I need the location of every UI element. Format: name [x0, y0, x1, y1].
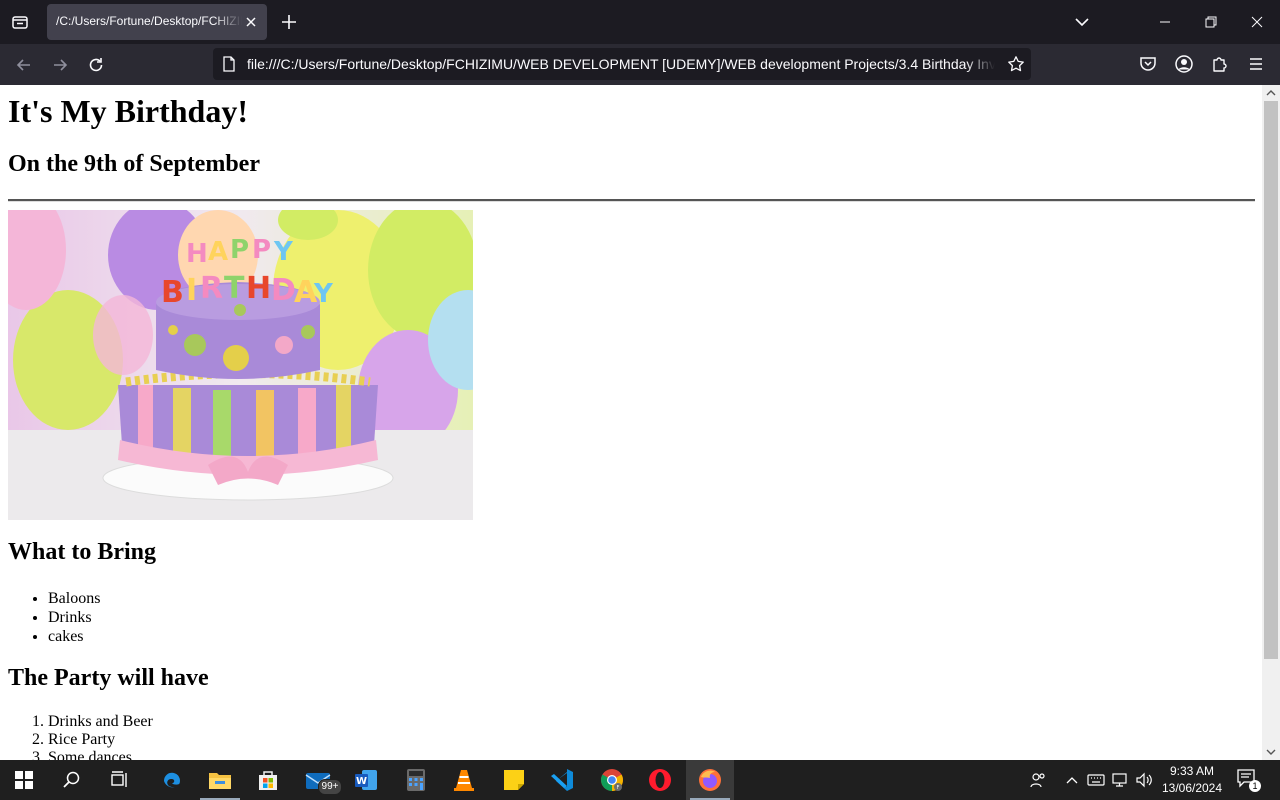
- svg-text:P: P: [252, 235, 271, 265]
- svg-text:I: I: [186, 273, 197, 308]
- svg-text:A: A: [208, 237, 228, 267]
- minimize-icon[interactable]: [1142, 0, 1188, 44]
- taskbar: 99+ W F 9:33 AM 13/06/2024 1: [0, 760, 1280, 800]
- party-list: Drinks and Beer Rice Party Some dances: [8, 713, 153, 760]
- horizontal-rule: [8, 199, 1255, 202]
- opera-icon[interactable]: [636, 760, 684, 800]
- list-item: cakes: [48, 627, 100, 646]
- svg-text:P: P: [230, 235, 249, 265]
- page-viewport: It's My Birthday! On the 9th of Septembe…: [0, 85, 1262, 760]
- mail-badge: 99+: [318, 779, 342, 795]
- clock-time: 9:33 AM: [1169, 764, 1215, 778]
- store-icon[interactable]: [244, 760, 292, 800]
- network-icon[interactable]: [1110, 770, 1130, 790]
- keyboard-language-icon[interactable]: [1086, 770, 1106, 790]
- list-item: Baloons: [48, 589, 100, 608]
- reload-icon[interactable]: [83, 52, 109, 78]
- close-icon[interactable]: [244, 15, 258, 29]
- scroll-up-arrow-icon[interactable]: [1262, 85, 1280, 101]
- svg-text:T: T: [224, 271, 245, 306]
- chevron-down-icon[interactable]: [1072, 12, 1092, 32]
- svg-text:R: R: [200, 271, 223, 306]
- bring-list: Baloons Drinks cakes: [8, 589, 100, 646]
- url-bar[interactable]: file:///C:/Users/Fortune/Desktop/FCHIZIM…: [213, 48, 1031, 80]
- clock-date: 13/06/2024: [1161, 781, 1223, 795]
- menu-icon[interactable]: [1246, 54, 1266, 74]
- vscode-icon[interactable]: [538, 760, 586, 800]
- taskbar-clock[interactable]: 9:33 AM 13/06/2024: [1158, 763, 1226, 797]
- scrollbar-thumb[interactable]: [1264, 101, 1278, 659]
- word-icon[interactable]: W: [342, 760, 390, 800]
- account-icon[interactable]: [1174, 54, 1194, 74]
- plus-icon[interactable]: [278, 11, 300, 33]
- vertical-scrollbar[interactable]: [1262, 85, 1280, 760]
- scroll-down-arrow-icon[interactable]: [1262, 744, 1280, 760]
- tab-strip: /C:/Users/Fortune/Desktop/FCHIZIMU/WEB D…: [0, 0, 1280, 44]
- edge-icon[interactable]: [148, 760, 196, 800]
- tab-list-icon[interactable]: [6, 8, 34, 36]
- people-icon[interactable]: [1028, 770, 1048, 790]
- svg-text:F: F: [617, 785, 620, 791]
- forward-icon[interactable]: [47, 52, 73, 78]
- chevron-up-icon[interactable]: [1062, 770, 1082, 790]
- vlc-icon[interactable]: [440, 760, 488, 800]
- date-heading: On the 9th of September: [8, 151, 260, 177]
- pocket-icon[interactable]: [1138, 54, 1158, 74]
- chrome-icon[interactable]: F: [588, 760, 636, 800]
- svg-text:Y: Y: [273, 237, 294, 267]
- sticky-notes-icon[interactable]: [490, 760, 538, 800]
- restore-icon[interactable]: [1188, 0, 1234, 44]
- birthday-cake-image: H A P P Y B I R T H D A Y: [8, 210, 473, 520]
- bring-heading: What to Bring: [8, 539, 157, 565]
- volume-icon[interactable]: [1134, 770, 1154, 790]
- active-tab[interactable]: /C:/Users/Fortune/Desktop/FCHIZIMU/WEB D…: [47, 4, 267, 40]
- extensions-icon[interactable]: [1210, 54, 1230, 74]
- tab-title: /C:/Users/Fortune/Desktop/FCHIZIMU/WEB D…: [56, 14, 242, 28]
- svg-text:H: H: [246, 271, 271, 306]
- mail-icon[interactable]: 99+: [294, 760, 342, 800]
- page-icon: [221, 56, 237, 72]
- list-item: Drinks: [48, 608, 100, 627]
- svg-text:B: B: [161, 275, 184, 310]
- search-icon[interactable]: [48, 760, 96, 800]
- svg-text:H: H: [186, 239, 208, 269]
- close-icon[interactable]: [1234, 0, 1280, 44]
- list-item: Drinks and Beer: [48, 713, 153, 731]
- star-icon[interactable]: [1007, 55, 1025, 73]
- notification-count: 1: [1249, 780, 1261, 792]
- svg-text:W: W: [356, 776, 367, 787]
- party-heading: The Party will have: [8, 665, 209, 691]
- list-item: Rice Party: [48, 731, 153, 749]
- notification-icon[interactable]: 1: [1236, 768, 1262, 792]
- calculator-icon[interactable]: [392, 760, 440, 800]
- list-item: Some dances: [48, 749, 153, 760]
- page-title: It's My Birthday!: [8, 93, 248, 129]
- svg-text:Y: Y: [313, 279, 334, 309]
- navigation-toolbar: file:///C:/Users/Fortune/Desktop/FCHIZIM…: [0, 44, 1280, 85]
- file-explorer-icon[interactable]: [196, 760, 244, 800]
- back-icon[interactable]: [11, 52, 37, 78]
- start-icon[interactable]: [0, 760, 48, 800]
- url-text[interactable]: file:///C:/Users/Fortune/Desktop/FCHIZIM…: [247, 56, 995, 72]
- task-view-icon[interactable]: [96, 760, 144, 800]
- firefox-icon[interactable]: [686, 760, 734, 800]
- svg-text:D: D: [271, 273, 296, 308]
